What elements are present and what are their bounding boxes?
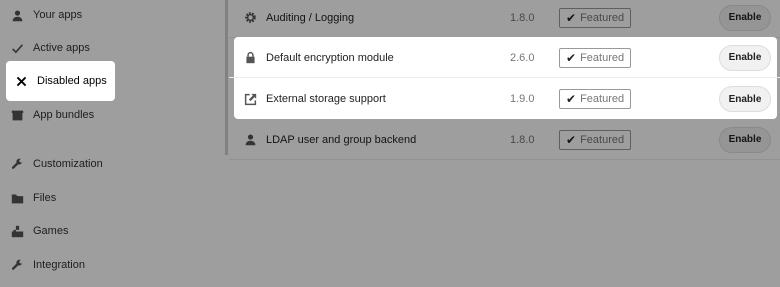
app-row-encryption: Default encryption module 2.6.0 ✔ Feature…	[229, 38, 780, 78]
check-icon: ✔	[566, 132, 577, 147]
featured-badge: ✔ Featured	[559, 129, 632, 150]
check-icon: ✔	[566, 50, 577, 65]
sidebar-item-label: Active apps	[33, 42, 90, 54]
enable-button[interactable]: Enable	[719, 44, 771, 71]
sidebar-item-customization[interactable]: Customization	[0, 147, 226, 181]
app-row-auditing: Auditing / Logging 1.8.0 ✔ Featured Enabl…	[229, 0, 780, 38]
user-icon	[243, 133, 257, 147]
enable-button[interactable]: Enable	[719, 126, 771, 153]
enable-button[interactable]: Enable	[719, 86, 771, 112]
lock-icon	[243, 51, 257, 65]
wrench-icon	[10, 258, 24, 272]
app-version: 1.8.0	[510, 11, 535, 24]
sidebar-item-label: Disabled apps	[37, 75, 107, 87]
sidebar-item-active-apps[interactable]: Active apps	[0, 31, 226, 65]
sidebar-item-label: Games	[33, 225, 69, 237]
sidebar-item-games[interactable]: Games	[0, 214, 226, 248]
featured-badge: ✔ Featured	[559, 89, 632, 109]
sidebar-item-disabled-apps[interactable]: Disabled apps	[4, 64, 114, 98]
enable-button[interactable]: Enable	[719, 4, 771, 31]
check-icon: ✔	[566, 92, 577, 106]
check-icon: ✔	[566, 10, 577, 25]
sidebar-item-label: App bundles	[33, 109, 95, 121]
sidebar-item-label: Customization	[33, 158, 103, 170]
app-sidebar: Your apps Active apps App bundles Custom…	[0, 0, 228, 287]
app-name: Auditing / Logging	[266, 11, 355, 24]
external-link-icon	[243, 92, 257, 106]
featured-badge: ✔ Featured	[559, 47, 632, 68]
bundle-icon	[10, 108, 24, 122]
app-version: 1.8.0	[510, 133, 535, 146]
sidebar-item-files[interactable]: Files	[0, 181, 226, 215]
app-name: Default encryption module	[266, 51, 394, 64]
app-row-external-storage: External storage support 1.9.0 ✔ Featured…	[229, 79, 780, 119]
sidebar-item-app-bundles[interactable]: App bundles	[0, 98, 226, 132]
user-icon	[10, 8, 24, 22]
sidebar-item-integration[interactable]: Integration	[0, 248, 226, 282]
app-name: LDAP user and group backend	[266, 133, 417, 146]
close-icon	[14, 74, 28, 88]
featured-badge: ✔ Featured	[559, 7, 632, 28]
wrench-icon	[10, 157, 24, 171]
games-icon	[10, 224, 24, 238]
app-name: External storage support	[266, 93, 386, 105]
app-row-ldap: LDAP user and group backend 1.8.0 ✔ Featu…	[229, 120, 780, 160]
sidebar-item-label: Files	[33, 192, 57, 204]
sidebar-item-your-apps[interactable]: Your apps	[0, 0, 226, 32]
app-version: 2.6.0	[510, 51, 535, 64]
sidebar-scrollbar[interactable]	[225, 0, 228, 155]
gear-icon	[243, 11, 257, 25]
app-version: 1.9.0	[510, 93, 535, 105]
sidebar-item-label: Your apps	[33, 9, 83, 21]
folder-icon	[10, 191, 24, 205]
sidebar-item-label: Integration	[33, 259, 85, 271]
check-icon	[10, 41, 24, 55]
